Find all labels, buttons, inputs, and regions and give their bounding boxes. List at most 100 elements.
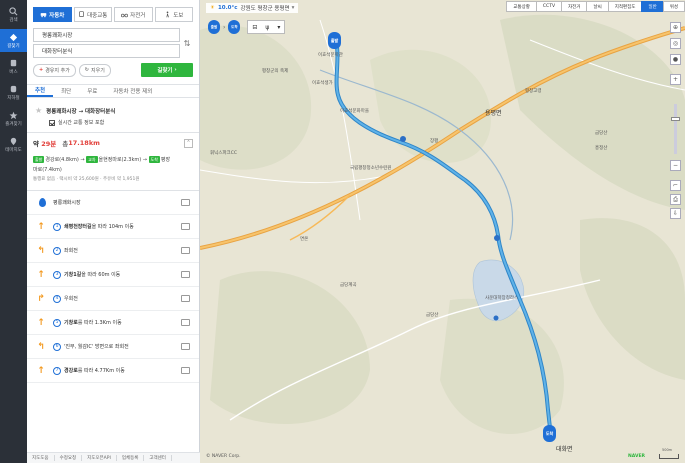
rail-theme-map[interactable]: 테마지도 [0, 133, 27, 156]
map-label: 금당산 [426, 313, 439, 318]
list-item[interactable]: ↑ 3 기창1길을 따라 60m 이동 [27, 263, 199, 287]
add-waypoint-button[interactable]: + 경유지 추가 [33, 63, 76, 77]
rail-subway[interactable]: 지하철 [0, 81, 27, 104]
ruler-icon[interactable]: ⌐ [670, 180, 681, 191]
tab-cctv[interactable]: CCTV [535, 1, 563, 12]
realtime-label: 실시간 교통 정보 포함 [58, 120, 105, 126]
weather-badge[interactable]: ☀ 10.0°c 강원도 평창군 용평면 ▾ [206, 3, 299, 13]
step-instruction: 좌회전 [64, 248, 78, 254]
mode-walk-tab[interactable]: 도보 [154, 7, 193, 22]
clear-label: 지우기 [91, 67, 105, 74]
search-route-button[interactable]: 길찾기 › [141, 63, 193, 77]
tab-exclude-car-only[interactable]: 자동차 전용 제외 [105, 85, 160, 97]
step-map-icon[interactable] [181, 223, 190, 230]
step-map-icon[interactable] [181, 199, 190, 206]
mode-walk-label: 도보 [173, 12, 184, 19]
tab-free[interactable]: 무료 [79, 85, 105, 97]
tab-bicycle[interactable]: 자전거 [561, 1, 588, 12]
list-item[interactable]: ↱ 4 우회전 [27, 287, 199, 311]
mini-end-pin[interactable]: 도착 [228, 20, 241, 34]
mode-transit-tab[interactable]: 대중교통 [73, 7, 112, 22]
step-text: 우회전 [64, 295, 181, 302]
arrow-left-icon: ↰ [37, 245, 45, 256]
step-text: 기창로를 따라 1.3Km 이동 [64, 319, 181, 326]
realtime-checkbox[interactable] [49, 119, 55, 126]
rail-bus[interactable]: 버스 [0, 55, 27, 78]
step-text: '진부, 월감IC' 방면으로 좌회전 [64, 343, 181, 350]
rail-favorites[interactable]: 즐겨찾기 [0, 107, 27, 130]
mode-car-tab[interactable]: 자동차 [33, 7, 72, 22]
footer-link-support[interactable]: 고객센터 [144, 455, 172, 461]
zoom-slider-handle[interactable] [671, 117, 680, 121]
step-map-icon[interactable] [181, 343, 190, 350]
tab-shortest[interactable]: 최단 [53, 85, 79, 97]
arrow-left-icon: ↰ [37, 341, 45, 352]
arrow-right-icon: ↱ [37, 293, 45, 304]
step-instruction: 를 따라 4.77Km 이동 [77, 368, 125, 374]
start-pin-marker[interactable]: 출발 [328, 32, 341, 49]
destination-field[interactable]: 대화장터분식 [33, 44, 180, 58]
step-map-icon[interactable] [181, 247, 190, 254]
tab-traffic[interactable]: 교통상황 [506, 1, 537, 12]
tab-recommended[interactable]: 추천 [27, 85, 54, 97]
realtime-traffic-option[interactable]: 실시간 교통 정보 포함 [27, 119, 199, 132]
list-item[interactable]: ↰ 2 좌회전 [27, 239, 199, 263]
map-label: 흥정산 [595, 146, 608, 151]
step-number: 7 [53, 366, 61, 375]
via-road-1: 경강로(4.8km) → [45, 157, 85, 163]
clear-button[interactable]: ↻ 지우기 [78, 63, 111, 77]
tab-cadastral[interactable]: 지적편집도 [607, 1, 643, 12]
list-item[interactable]: ↑ 7 경강로를 따라 4.77Km 이동 [27, 359, 199, 383]
compass-icon[interactable]: ● [670, 54, 681, 65]
print-icon[interactable]: ⎙ [670, 194, 681, 205]
collapse-summary-button[interactable]: ⌃ [184, 138, 193, 148]
map-label: 장평 [430, 139, 439, 144]
footer-link-report[interactable]: 수정요청 [55, 455, 83, 461]
step-map-icon[interactable] [181, 271, 190, 278]
via-roads: 출발 경강로(4.8km) → 교차 을현정마로(2.3km) → 도착 평장 마로(… [33, 155, 193, 175]
step-map-icon[interactable] [181, 367, 190, 374]
step-instruction: 을 따라 104m 이동 [91, 224, 134, 230]
poi-filter[interactable]: ⊟ ψ ▾ [247, 20, 286, 34]
step-text: 평롱쾌화시장 [53, 200, 81, 206]
map-label: 평창고령 [525, 89, 542, 94]
step-text: 좌회전 [64, 247, 181, 254]
save-icon[interactable]: ⇩ [670, 208, 681, 219]
scale-bar: 500m [659, 448, 679, 459]
tab-general[interactable]: 일반 [641, 1, 664, 12]
mode-bike-tab[interactable]: 자전거 [114, 7, 153, 22]
list-item[interactable]: ↑ 5 기창로를 따라 1.3Km 이동 [27, 311, 199, 335]
via-road-4: 마로(7.4km) [33, 167, 62, 173]
mini-start-pin[interactable]: 출발 [208, 20, 220, 34]
end-pin-marker[interactable]: 도착 [543, 425, 556, 442]
list-item[interactable]: 평롱쾌화시장 [27, 191, 199, 215]
step-map-icon[interactable] [181, 319, 190, 326]
list-item[interactable]: ↰ 6 '진부, 월감IC' 방면으로 좌회전 [27, 335, 199, 359]
footer-link-api[interactable]: 지도오픈API [82, 455, 117, 461]
chevron-down-icon: ▾ [291, 5, 295, 11]
trip-costs: 통행료 없음 · 택시비 약 25,600원 · 주유비 약 1,951원 [33, 177, 140, 182]
route-endpoints-mini: 출발 › 도착 ⊟ ψ ▾ [208, 20, 286, 34]
footer-link-help[interactable]: 지도도움 [27, 455, 55, 461]
favorite-star-icon[interactable]: ★ [35, 106, 42, 115]
map-canvas[interactable]: ☀ 10.0°c 강원도 평창군 용평면 ▾ 교통상황 CCTV 자전거 날씨 … [200, 0, 685, 463]
zoom-fit-button[interactable]: ⊕ [670, 22, 681, 33]
step-map-icon[interactable] [181, 295, 190, 302]
map-label: 대화면 [556, 446, 573, 453]
zoom-out-button[interactable]: − [670, 160, 681, 171]
origin-field[interactable]: 평롱쾌화시장 [33, 28, 180, 42]
list-item[interactable]: ↑ 1 쇄평천장터길을 따라 104m 이동 [27, 215, 199, 239]
footer-link-register[interactable]: 업체등록 [117, 455, 145, 461]
zoom-slider-track[interactable] [674, 104, 677, 154]
left-nav-rail: 검색 길찾기 버스 지하철 즐겨찾기 테마지도 [0, 0, 27, 463]
route-fields: 평롱쾌화시장 대화장터분식 ⇅ [33, 28, 193, 58]
rail-directions[interactable]: 길찾기 [0, 29, 27, 52]
total-distance: 17.18km [68, 139, 100, 147]
rail-search[interactable]: 검색 [0, 3, 27, 26]
naver-logo: NAVER [628, 454, 645, 459]
tab-weather[interactable]: 날씨 [586, 1, 609, 12]
tab-satellite[interactable]: 위성 [662, 1, 685, 12]
location-button[interactable]: ◎ [670, 38, 681, 49]
zoom-in-button[interactable]: + [670, 74, 681, 85]
swap-icon[interactable]: ⇅ [181, 36, 193, 50]
